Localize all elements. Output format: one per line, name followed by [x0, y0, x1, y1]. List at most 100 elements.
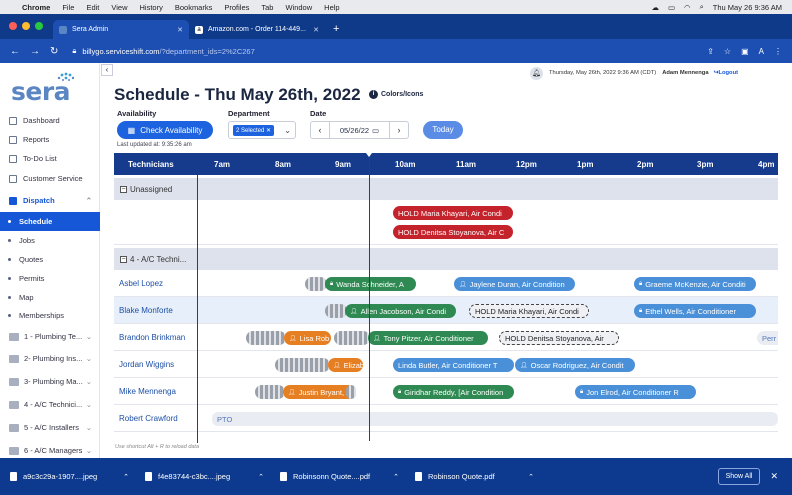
sidebar-item-map[interactable]: Map: [0, 288, 100, 307]
chevron-up-icon[interactable]: ⌃: [123, 473, 129, 481]
event-job[interactable]: Linda Butler, Air Conditioner T: [393, 358, 514, 372]
chevron-up-icon[interactable]: ⌃: [258, 473, 264, 481]
technician-name[interactable]: Robert Crawford: [119, 414, 178, 423]
download-item[interactable]: f4e83744-c3bc....jpeg ⌃: [145, 472, 270, 481]
event-job[interactable]: 🔒︎ Wanda Schneider, A: [325, 277, 416, 291]
technician-name[interactable]: Brandon Brinkman: [119, 333, 185, 342]
menu-file[interactable]: File: [62, 3, 74, 12]
reload-icon[interactable]: ↻: [50, 46, 58, 57]
sidebar-item-customer-service[interactable]: Customer Service: [0, 169, 100, 188]
sidebar-item-dept-3[interactable]: 3- Plumbing Ma... ⌄: [0, 372, 100, 391]
forward-icon[interactable]: →: [30, 46, 40, 57]
close-tab-icon[interactable]: ✕: [177, 26, 183, 34]
wifi-icon[interactable]: ◠: [684, 3, 691, 12]
menu-history[interactable]: History: [140, 3, 163, 12]
collapse-sidebar-button[interactable]: ‹: [101, 64, 113, 76]
prev-day-button[interactable]: ‹: [311, 125, 329, 135]
sidebar-item-dispatch[interactable]: Dispatch ⌃: [0, 191, 100, 210]
url-field[interactable]: 🔒︎ billygo.serviceshift.com/?department_…: [72, 46, 254, 56]
download-item[interactable]: Robinsonn Quote....pdf ⌃: [280, 472, 405, 481]
sidebar-item-jobs[interactable]: Jobs: [0, 231, 100, 250]
sidebar-item-reports[interactable]: Reports: [0, 130, 100, 149]
menu-tab[interactable]: Tab: [261, 3, 273, 12]
download-item[interactable]: a9c3c29a-1907....jpeg ⌃: [10, 472, 135, 481]
cloud-icon[interactable]: ☁: [651, 3, 659, 12]
event-hold[interactable]: HOLD Denitsa Stoyanova, Air: [499, 331, 619, 345]
sidebar-toggle-icon[interactable]: ▣: [741, 47, 749, 56]
today-button[interactable]: Today: [423, 121, 463, 139]
sidebar-item-schedule[interactable]: Schedule: [0, 212, 100, 231]
sidebar-item-todo[interactable]: To-Do List: [0, 149, 100, 168]
close-window-button[interactable]: [9, 22, 17, 30]
event-pto[interactable]: PTO: [212, 412, 778, 426]
chevron-up-icon[interactable]: ⌃: [528, 473, 534, 481]
event-hold[interactable]: HOLD Denitsa Stoyanova, Air C: [393, 225, 513, 239]
menu-bookmarks[interactable]: Bookmarks: [175, 3, 213, 12]
minimize-window-button[interactable]: [22, 22, 30, 30]
battery-icon[interactable]: ▭: [668, 3, 675, 12]
event-job[interactable]: 👤︎ Oscar Rodriguez, Air Condit: [515, 358, 635, 372]
new-tab-button[interactable]: +: [333, 23, 339, 35]
menu-help[interactable]: Help: [324, 3, 339, 12]
show-all-button[interactable]: Show All: [717, 468, 761, 485]
close-tab-icon[interactable]: ✕: [313, 26, 319, 34]
check-availability-button[interactable]: ▦ Check Availability: [117, 121, 213, 139]
tab-amazon[interactable]: a Amazon.com - Order 114-449... ✕: [189, 20, 325, 39]
bell-icon[interactable]: 🔔︎: [530, 66, 543, 80]
bullet-icon: [8, 314, 11, 317]
technician-name[interactable]: Asbel Lopez: [119, 279, 163, 288]
more-menu-icon[interactable]: ⋮: [774, 47, 782, 56]
event-job[interactable]: 👤︎ Lisa Rob: [284, 331, 331, 345]
close-downloads-icon[interactable]: ✕: [770, 471, 778, 482]
lock-icon[interactable]: 🔒︎: [72, 46, 76, 56]
sidebar-item-memberships[interactable]: Memberships: [0, 306, 100, 325]
event-job[interactable]: 👤︎ Allen Jacobson, Air Condi: [345, 304, 456, 318]
event-hold[interactable]: HOLD Maria Khayari, Air Condi: [393, 206, 513, 220]
technician-name[interactable]: Jordan Wiggins: [119, 360, 174, 369]
chevron-up-icon[interactable]: ⌃: [393, 473, 399, 481]
menu-app[interactable]: Chrome: [22, 3, 50, 12]
sidebar-item-dashboard[interactable]: Dashboard: [0, 111, 100, 130]
search-icon[interactable]: ⌕: [700, 2, 704, 12]
group-unassigned[interactable]: − Unassigned: [114, 178, 778, 200]
sidebar-item-quotes[interactable]: Quotes: [0, 250, 100, 269]
event-job[interactable]: 👤︎ Jaylene Duran, Air Condition: [454, 277, 575, 291]
clock[interactable]: Thu May 26 9:36 AM: [713, 3, 782, 12]
colors-icons-link[interactable]: i Colors/Icons: [369, 90, 423, 99]
next-day-button[interactable]: ›: [390, 125, 408, 135]
department-select[interactable]: 2 Selected ✕ ⌄: [228, 121, 296, 139]
date-input[interactable]: 05/26/22 ▭: [329, 122, 390, 138]
menu-window[interactable]: Window: [285, 3, 312, 12]
bookmark-star-icon[interactable]: ☆: [724, 47, 731, 56]
header-user-name[interactable]: Adam Mennenga: [662, 70, 708, 76]
event-job[interactable]: 👤︎ Tony Pitzer, Air Conditioner: [368, 331, 488, 345]
collapse-box-icon[interactable]: −: [120, 185, 127, 193]
event-job[interactable]: 🔒︎ Graeme McKenzie, Air Conditi: [634, 277, 756, 291]
technician-name[interactable]: Mike Mennenga: [119, 387, 176, 396]
sidebar-item-dept-5[interactable]: 5 - A/C Installers ⌄: [0, 418, 100, 437]
collapse-box-icon[interactable]: −: [120, 255, 127, 263]
download-item[interactable]: Robinson Quote.pdf ⌃: [415, 472, 540, 481]
zoom-window-button[interactable]: [35, 22, 43, 30]
event-job[interactable]: Perr: [757, 331, 778, 345]
tab-sera-admin[interactable]: Sera Admin ✕: [53, 20, 189, 39]
group-ac-technicians[interactable]: −4 - A/C Techni...: [114, 248, 778, 270]
sidebar-item-dept-2[interactable]: 2- Plumbing Ins... ⌄: [0, 349, 100, 368]
technician-name[interactable]: Blake Monforte: [119, 306, 173, 315]
event-job[interactable]: 🔒︎ Jon Elrod, Air Conditioner R: [575, 385, 696, 399]
back-icon[interactable]: ←: [10, 46, 20, 57]
event-job[interactable]: 👤︎Elizabe: [328, 358, 363, 372]
logout-link[interactable]: ↪Logout: [714, 70, 739, 76]
menu-edit[interactable]: Edit: [86, 3, 99, 12]
sidebar-item-dept-4[interactable]: 4 - A/C Technici... ⌄: [0, 395, 100, 414]
sidebar-item-permits[interactable]: Permits: [0, 269, 100, 288]
share-icon[interactable]: ⇪: [707, 47, 714, 56]
sidebar-item-dept-1[interactable]: 1 - Plumbing Te... ⌄: [0, 327, 100, 346]
department-chip[interactable]: 2 Selected ✕: [233, 124, 275, 136]
menu-view[interactable]: View: [111, 3, 127, 12]
profile-icon[interactable]: A: [759, 47, 764, 56]
event-job[interactable]: 🔒︎ Ethel Wells, Air Conditioner: [634, 304, 756, 318]
event-job[interactable]: 🔒︎ Giridhar Reddy, [Air Condition: [393, 385, 514, 399]
menu-profiles[interactable]: Profiles: [224, 3, 249, 12]
event-hold[interactable]: HOLD Maria Khayari, Air Condi: [469, 304, 589, 318]
